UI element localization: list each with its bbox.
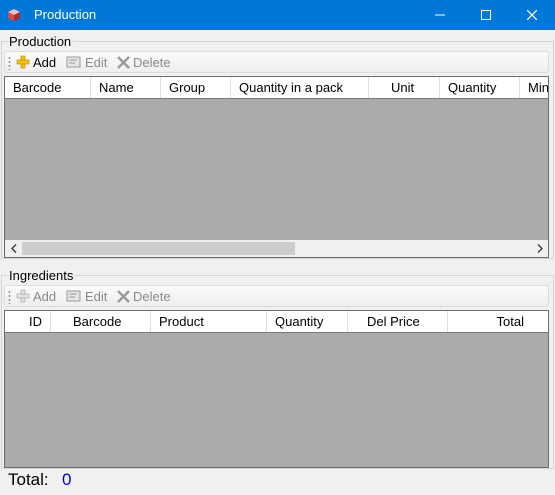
column-header-quantity[interactable]: Quantity: [440, 77, 520, 98]
scroll-thumb[interactable]: [22, 242, 295, 255]
ingredients-delete-label: Delete: [133, 288, 171, 304]
maximize-button[interactable]: [463, 0, 509, 30]
column-header-barcode[interactable]: Barcode: [51, 311, 151, 332]
toolbar-grip[interactable]: [8, 56, 11, 70]
ingredients-add-button[interactable]: Add: [16, 287, 56, 305]
ingredients-add-label: Add: [33, 288, 57, 304]
ingredients-delete-button[interactable]: Delete: [117, 287, 171, 305]
column-header-quantity-in-a-pack[interactable]: Quantity in a pack: [231, 77, 369, 98]
close-button[interactable]: [509, 0, 555, 30]
title-bar: Production: [0, 0, 555, 30]
production-delete-button[interactable]: Delete: [117, 53, 171, 71]
scroll-left-button[interactable]: [5, 240, 22, 257]
column-header-quantity[interactable]: Quantity: [267, 311, 348, 332]
column-header-barcode[interactable]: Barcode: [5, 77, 91, 98]
ingredients-grid[interactable]: ID Barcode Product Quantity Del Price To…: [4, 310, 549, 468]
column-header-total[interactable]: Total: [448, 311, 548, 332]
column-header-name[interactable]: Name: [91, 77, 161, 98]
production-delete-label: Delete: [133, 54, 171, 70]
column-header-del-price[interactable]: Del Price: [348, 311, 448, 332]
production-add-button[interactable]: Add: [16, 53, 56, 71]
ingredients-edit-label: Edit: [85, 288, 108, 304]
chevron-right-icon: [537, 244, 543, 253]
add-icon: [16, 55, 30, 69]
total-label: Total:: [8, 470, 49, 489]
production-grid-header: Barcode Name Group Quantity in a pack Un…: [5, 77, 548, 99]
ingredients-toolbar: Add Edit Delete: [4, 285, 549, 307]
edit-icon: [66, 290, 81, 302]
window-title: Production: [34, 7, 97, 22]
production-add-label: Add: [33, 54, 57, 70]
minimize-icon: [435, 14, 445, 16]
maximize-icon: [481, 10, 491, 20]
minimize-button[interactable]: [417, 0, 463, 30]
ingredients-group-label: Ingredients: [9, 268, 76, 283]
column-header-group[interactable]: Group: [161, 77, 231, 98]
column-header-unit[interactable]: Unit: [369, 77, 440, 98]
total-value: 0: [62, 470, 72, 489]
delete-icon: [117, 55, 130, 69]
production-group-label: Production: [9, 34, 74, 49]
delete-icon: [117, 289, 130, 303]
column-header-id[interactable]: ID: [5, 311, 51, 332]
close-icon: [527, 10, 537, 20]
ingredients-grid-header: ID Barcode Product Quantity Del Price To…: [5, 311, 548, 333]
toolbar-grip[interactable]: [8, 290, 11, 304]
production-edit-label: Edit: [85, 54, 108, 70]
box-icon: [8, 9, 20, 21]
production-edit-button[interactable]: Edit: [66, 53, 107, 71]
edit-icon: [66, 56, 81, 68]
column-header-min[interactable]: Min: [520, 77, 548, 98]
chevron-left-icon: [10, 244, 16, 253]
add-icon: [16, 289, 30, 303]
production-toolbar: Add Edit Delete: [4, 51, 549, 73]
production-horizontal-scrollbar[interactable]: [5, 240, 548, 257]
production-grid[interactable]: Barcode Name Group Quantity in a pack Un…: [4, 76, 549, 258]
column-header-product[interactable]: Product: [151, 311, 267, 332]
scroll-right-button[interactable]: [531, 240, 548, 257]
ingredients-edit-button[interactable]: Edit: [66, 287, 107, 305]
